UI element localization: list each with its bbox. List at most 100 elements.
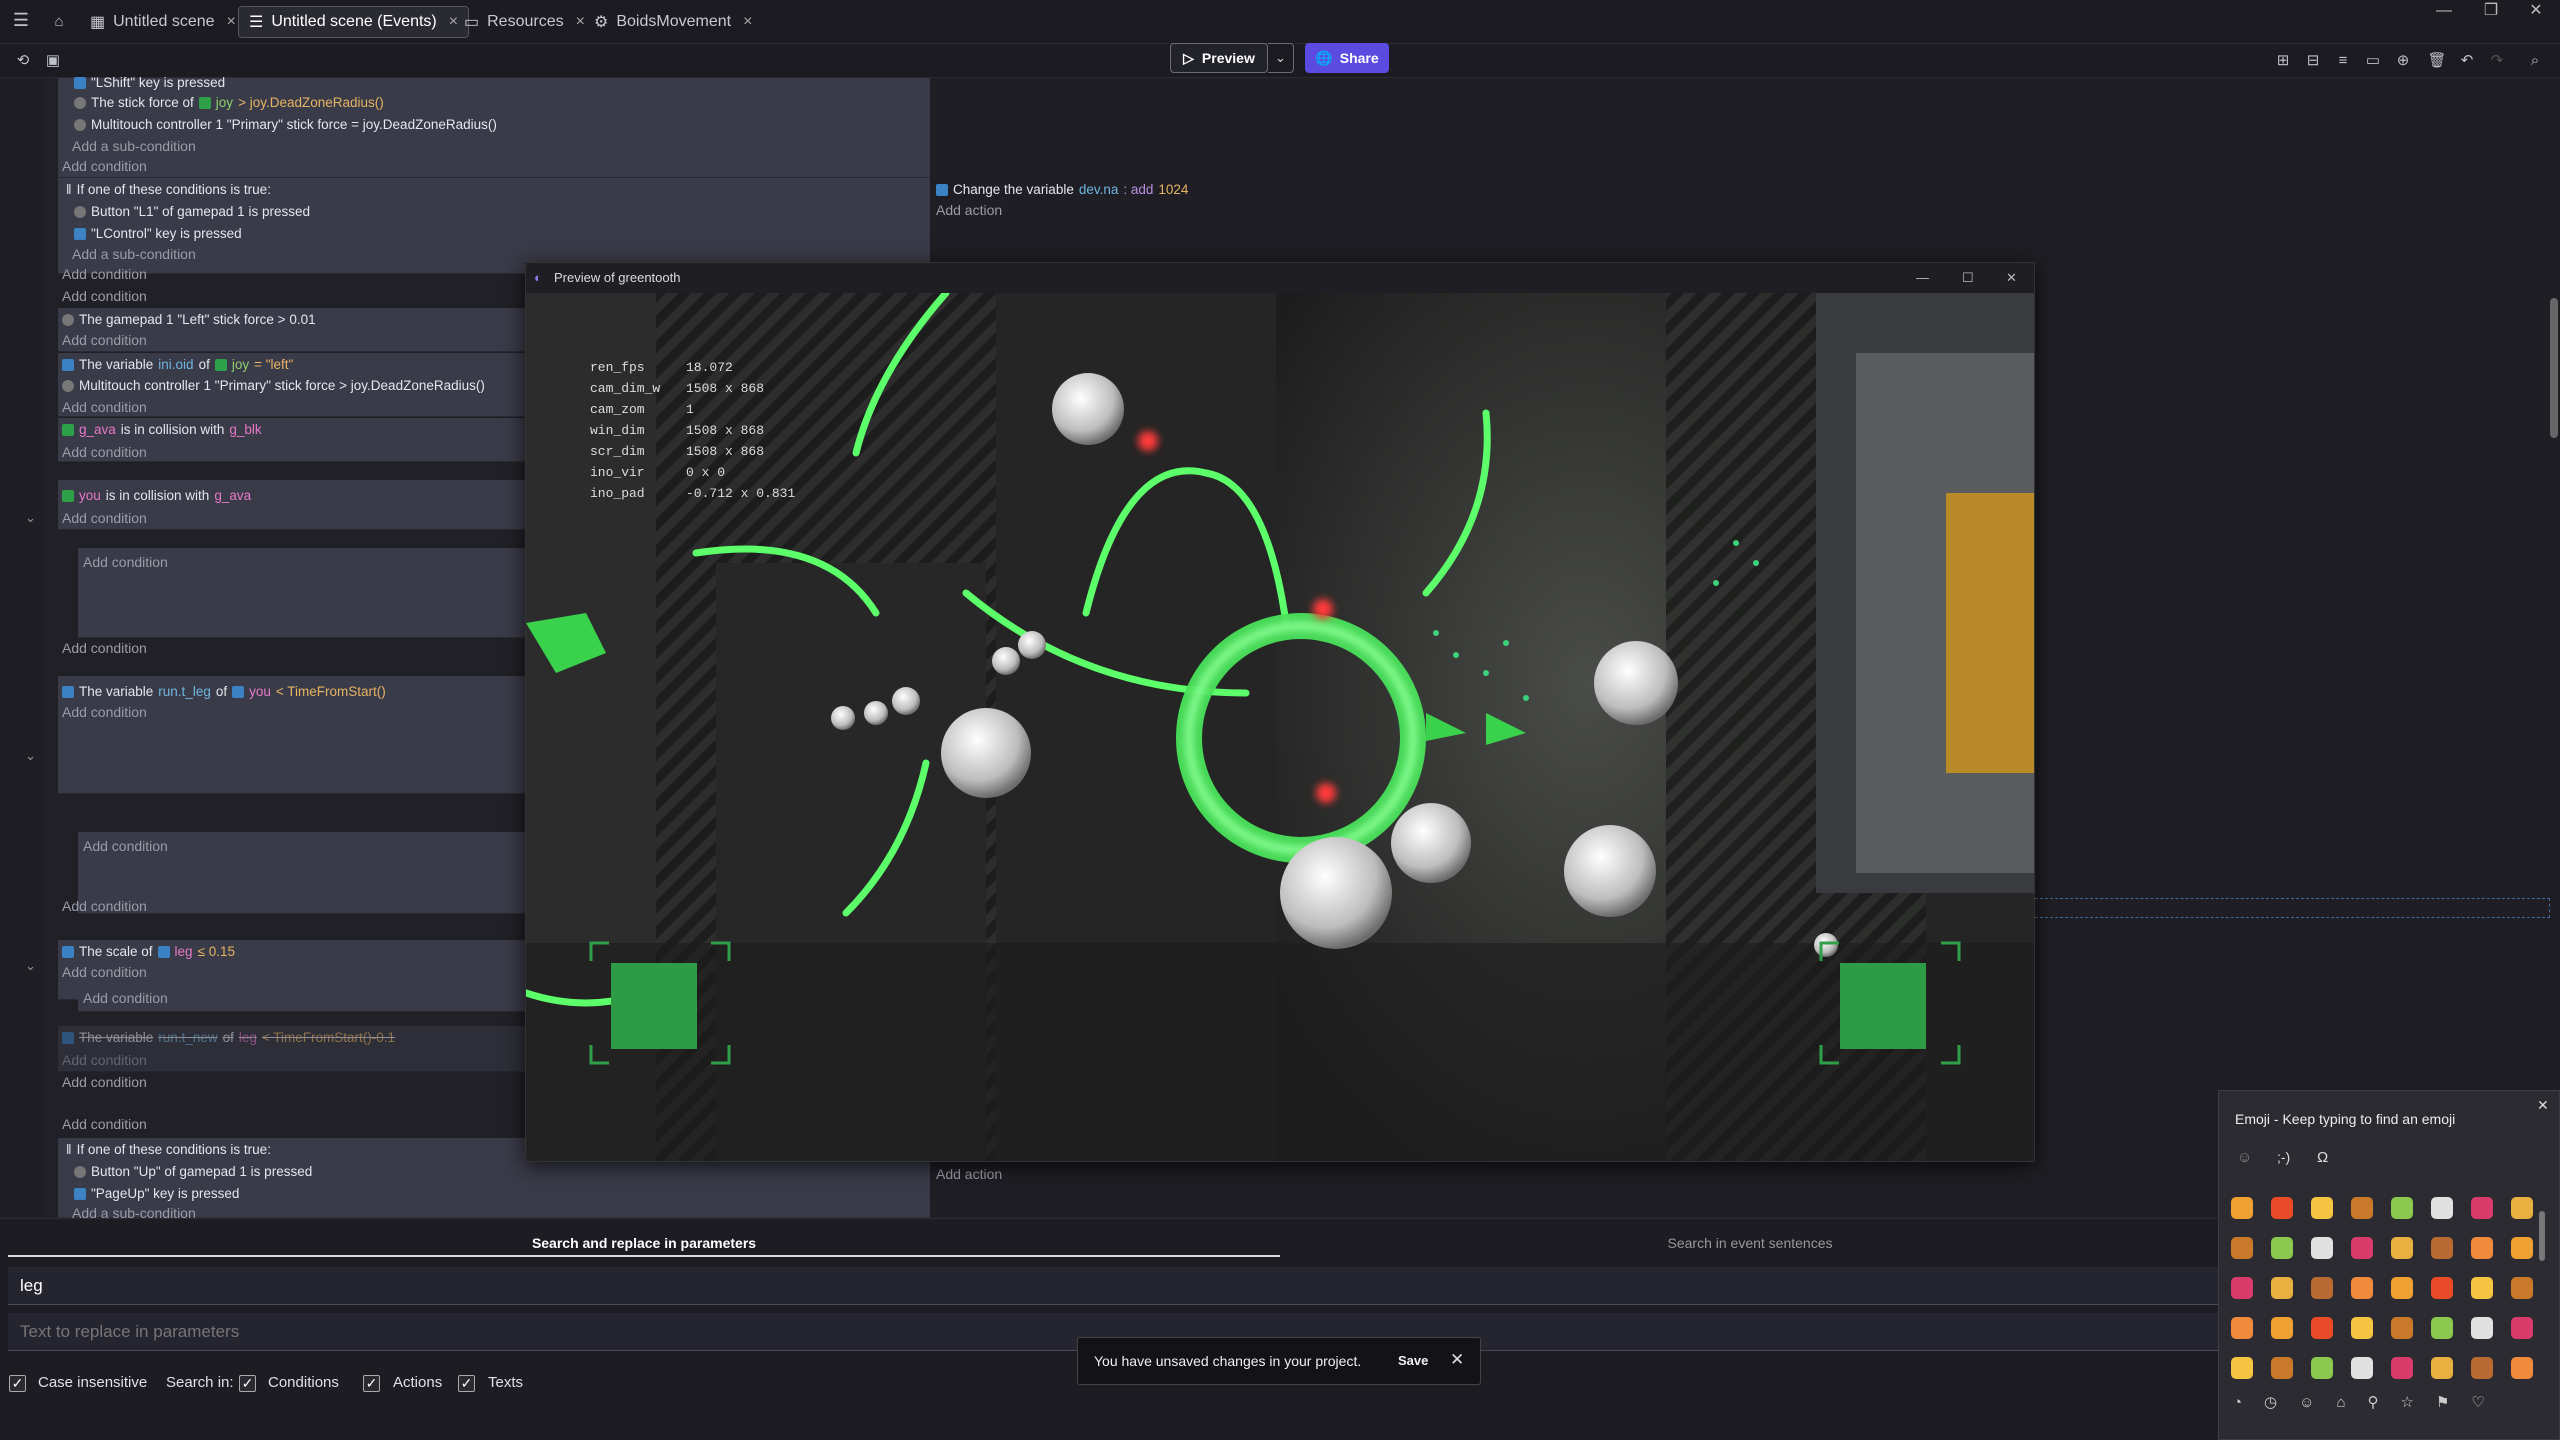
emoji-tab-smiley-icon[interactable]: ☺: [2237, 1149, 2252, 1166]
add-condition-link[interactable]: Add condition: [62, 332, 147, 348]
add-action-link[interactable]: Add action: [936, 1166, 1002, 1182]
emoji-cell[interactable]: [2431, 1317, 2453, 1339]
actions-checkbox[interactable]: ✓: [363, 1375, 380, 1392]
collapse-chevron-icon[interactable]: ⌄: [25, 748, 36, 764]
add-condition-link[interactable]: Add condition: [62, 1052, 147, 1068]
emoji-cell[interactable]: [2431, 1357, 2453, 1379]
close-icon[interactable]: ✕: [1450, 1350, 1464, 1370]
search-input[interactable]: [8, 1267, 2222, 1305]
emoji-cell[interactable]: [2471, 1317, 2493, 1339]
condition-line[interactable]: Multitouch controller 1 "Primary" stick …: [62, 378, 485, 393]
collapse-chevron-icon[interactable]: ⌄: [25, 510, 36, 526]
condition-line[interactable]: The scale of leg ≤ 0.15: [62, 944, 235, 959]
joystick-pad[interactable]: [1840, 963, 1926, 1049]
add-subcondition-link[interactable]: Add a sub-condition: [72, 138, 196, 154]
game-canvas[interactable]: ren_fps 18.072 cam_dim_w 1508 x 868 cam_zom 1…: [526, 293, 2034, 1161]
tab-search-replace-parameters[interactable]: Search and replace in parameters: [8, 1229, 1280, 1257]
redo-icon[interactable]: ↷: [2486, 51, 2508, 71]
close-icon[interactable]: ×: [227, 13, 236, 31]
emoji-cell[interactable]: [2351, 1357, 2373, 1379]
project-manager-icon[interactable]: ▣: [42, 51, 64, 71]
close-icon[interactable]: ✕: [2537, 1097, 2549, 1114]
emoji-cell[interactable]: [2391, 1317, 2413, 1339]
emoji-cell[interactable]: [2511, 1317, 2533, 1339]
search-icon[interactable]: ⌕: [2524, 51, 2546, 71]
add-subevent-icon[interactable]: ⊟: [2302, 51, 2324, 71]
emoji-tab-kaomoji[interactable]: ;-): [2277, 1149, 2290, 1165]
add-event-icon[interactable]: ⊞: [2272, 51, 2294, 71]
emoji-cell[interactable]: [2231, 1197, 2253, 1219]
emoji-cell[interactable]: [2431, 1237, 2453, 1259]
add-condition-link[interactable]: Add condition: [62, 288, 147, 304]
preview-maximize-button[interactable]: ☐: [1962, 263, 1974, 293]
joystick-pad[interactable]: [611, 963, 697, 1049]
condition-line[interactable]: "LControl" key is pressed: [74, 226, 242, 241]
condition-line[interactable]: "LShift" key is pressed: [74, 75, 225, 90]
emoji-cell[interactable]: [2431, 1277, 2453, 1299]
emoji-cell[interactable]: [2271, 1197, 2293, 1219]
add-condition-link[interactable]: Add condition: [62, 158, 147, 174]
add-condition-link[interactable]: Add condition: [83, 990, 168, 1006]
emoji-cell[interactable]: [2391, 1277, 2413, 1299]
condition-line[interactable]: "PageUp" key is pressed: [74, 1186, 239, 1201]
home-icon[interactable]: ⌂: [48, 12, 70, 32]
preview-button[interactable]: ▷ Preview: [1170, 43, 1268, 73]
close-icon[interactable]: ×: [743, 13, 752, 31]
emoji-cell[interactable]: [2471, 1197, 2493, 1219]
tab-boidsmovement[interactable]: ⚙ BoidsMovement ×: [584, 6, 762, 38]
emoji-cell[interactable]: [2271, 1357, 2293, 1379]
share-button[interactable]: 🌐 Share: [1305, 43, 1389, 73]
emoji-cell[interactable]: [2311, 1277, 2333, 1299]
emoji-cell[interactable]: [2231, 1277, 2253, 1299]
emoji-cell[interactable]: [2231, 1317, 2253, 1339]
condition-line[interactable]: Button "Up" of gamepad 1 is pressed: [74, 1164, 312, 1179]
condition-line[interactable]: Multitouch controller 1 "Primary" stick …: [74, 117, 497, 132]
condition-line[interactable]: The variable ini.oid of joy = "left": [62, 357, 293, 372]
case-insensitive-checkbox[interactable]: ✓: [9, 1375, 26, 1392]
emoji-category-bar[interactable]: ◔◷☺⌂⚲☆⚑♡: [2233, 1393, 2507, 1411]
hamburger-menu-icon[interactable]: ☰: [10, 10, 32, 30]
save-button[interactable]: Save: [1398, 1353, 1428, 1368]
window-close-button[interactable]: ✕: [2516, 0, 2556, 22]
condition-line[interactable]: The variable run.t_new of leg < TimeFromStar…: [62, 1030, 395, 1045]
history-icon[interactable]: ⟲: [12, 51, 34, 71]
preview-close-button[interactable]: ✕: [2006, 263, 2017, 293]
emoji-cell[interactable]: [2271, 1237, 2293, 1259]
preview-minimize-button[interactable]: —: [1916, 263, 1929, 293]
emoji-scrollbar[interactable]: [2539, 1211, 2545, 1261]
emoji-cell[interactable]: [2391, 1357, 2413, 1379]
emoji-cell[interactable]: [2391, 1237, 2413, 1259]
condition-line[interactable]: The variable run.t_leg of you < TimeFromStar…: [62, 684, 386, 699]
add-action-link[interactable]: Add action: [936, 202, 1002, 218]
window-restore-button[interactable]: ❐: [2471, 0, 2511, 22]
emoji-cell[interactable]: [2471, 1237, 2493, 1259]
add-subcondition-link[interactable]: Add a sub-condition: [72, 246, 196, 262]
window-minimize-button[interactable]: —: [2424, 0, 2464, 22]
add-condition-link[interactable]: Add condition: [62, 510, 147, 526]
condition-line[interactable]: g_ava is in collision with g_blk: [62, 422, 262, 437]
add-condition-link[interactable]: Add condition: [83, 838, 168, 854]
emoji-cell[interactable]: [2231, 1357, 2253, 1379]
condition-line[interactable]: The gamepad 1 "Left" stick force > 0.01: [62, 312, 316, 327]
action-change-variable[interactable]: Change the variable dev.na : add 1024: [936, 182, 1188, 197]
preview-title-bar[interactable]: ◐ Preview of greentooth — ☐ ✕: [526, 263, 2034, 293]
emoji-cell[interactable]: [2311, 1237, 2333, 1259]
emoji-cell[interactable]: [2511, 1357, 2533, 1379]
emoji-cell[interactable]: [2271, 1277, 2293, 1299]
conditions-checkbox[interactable]: ✓: [239, 1375, 256, 1392]
events-scrollbar[interactable]: [2550, 298, 2558, 438]
emoji-cell[interactable]: [2471, 1357, 2493, 1379]
undo-icon[interactable]: ↶: [2456, 51, 2478, 71]
add-condition-link[interactable]: Add condition: [83, 554, 168, 570]
emoji-cell[interactable]: [2351, 1317, 2373, 1339]
emoji-cell[interactable]: [2511, 1277, 2533, 1299]
condition-line[interactable]: Button "L1" of gamepad 1 is pressed: [74, 204, 310, 219]
condition-line[interactable]: The stick force of joy > joy.DeadZoneRadiu…: [74, 95, 384, 110]
add-comment-icon[interactable]: ≡: [2332, 51, 2354, 71]
emoji-cell[interactable]: [2351, 1277, 2373, 1299]
emoji-cell[interactable]: [2471, 1277, 2493, 1299]
emoji-cell[interactable]: [2231, 1237, 2253, 1259]
or-condition[interactable]: ‖ If one of these conditions is true:: [66, 182, 271, 197]
emoji-tab-symbols[interactable]: Ω: [2317, 1149, 2328, 1166]
tab-resources[interactable]: ▭ Resources ×: [454, 6, 595, 38]
